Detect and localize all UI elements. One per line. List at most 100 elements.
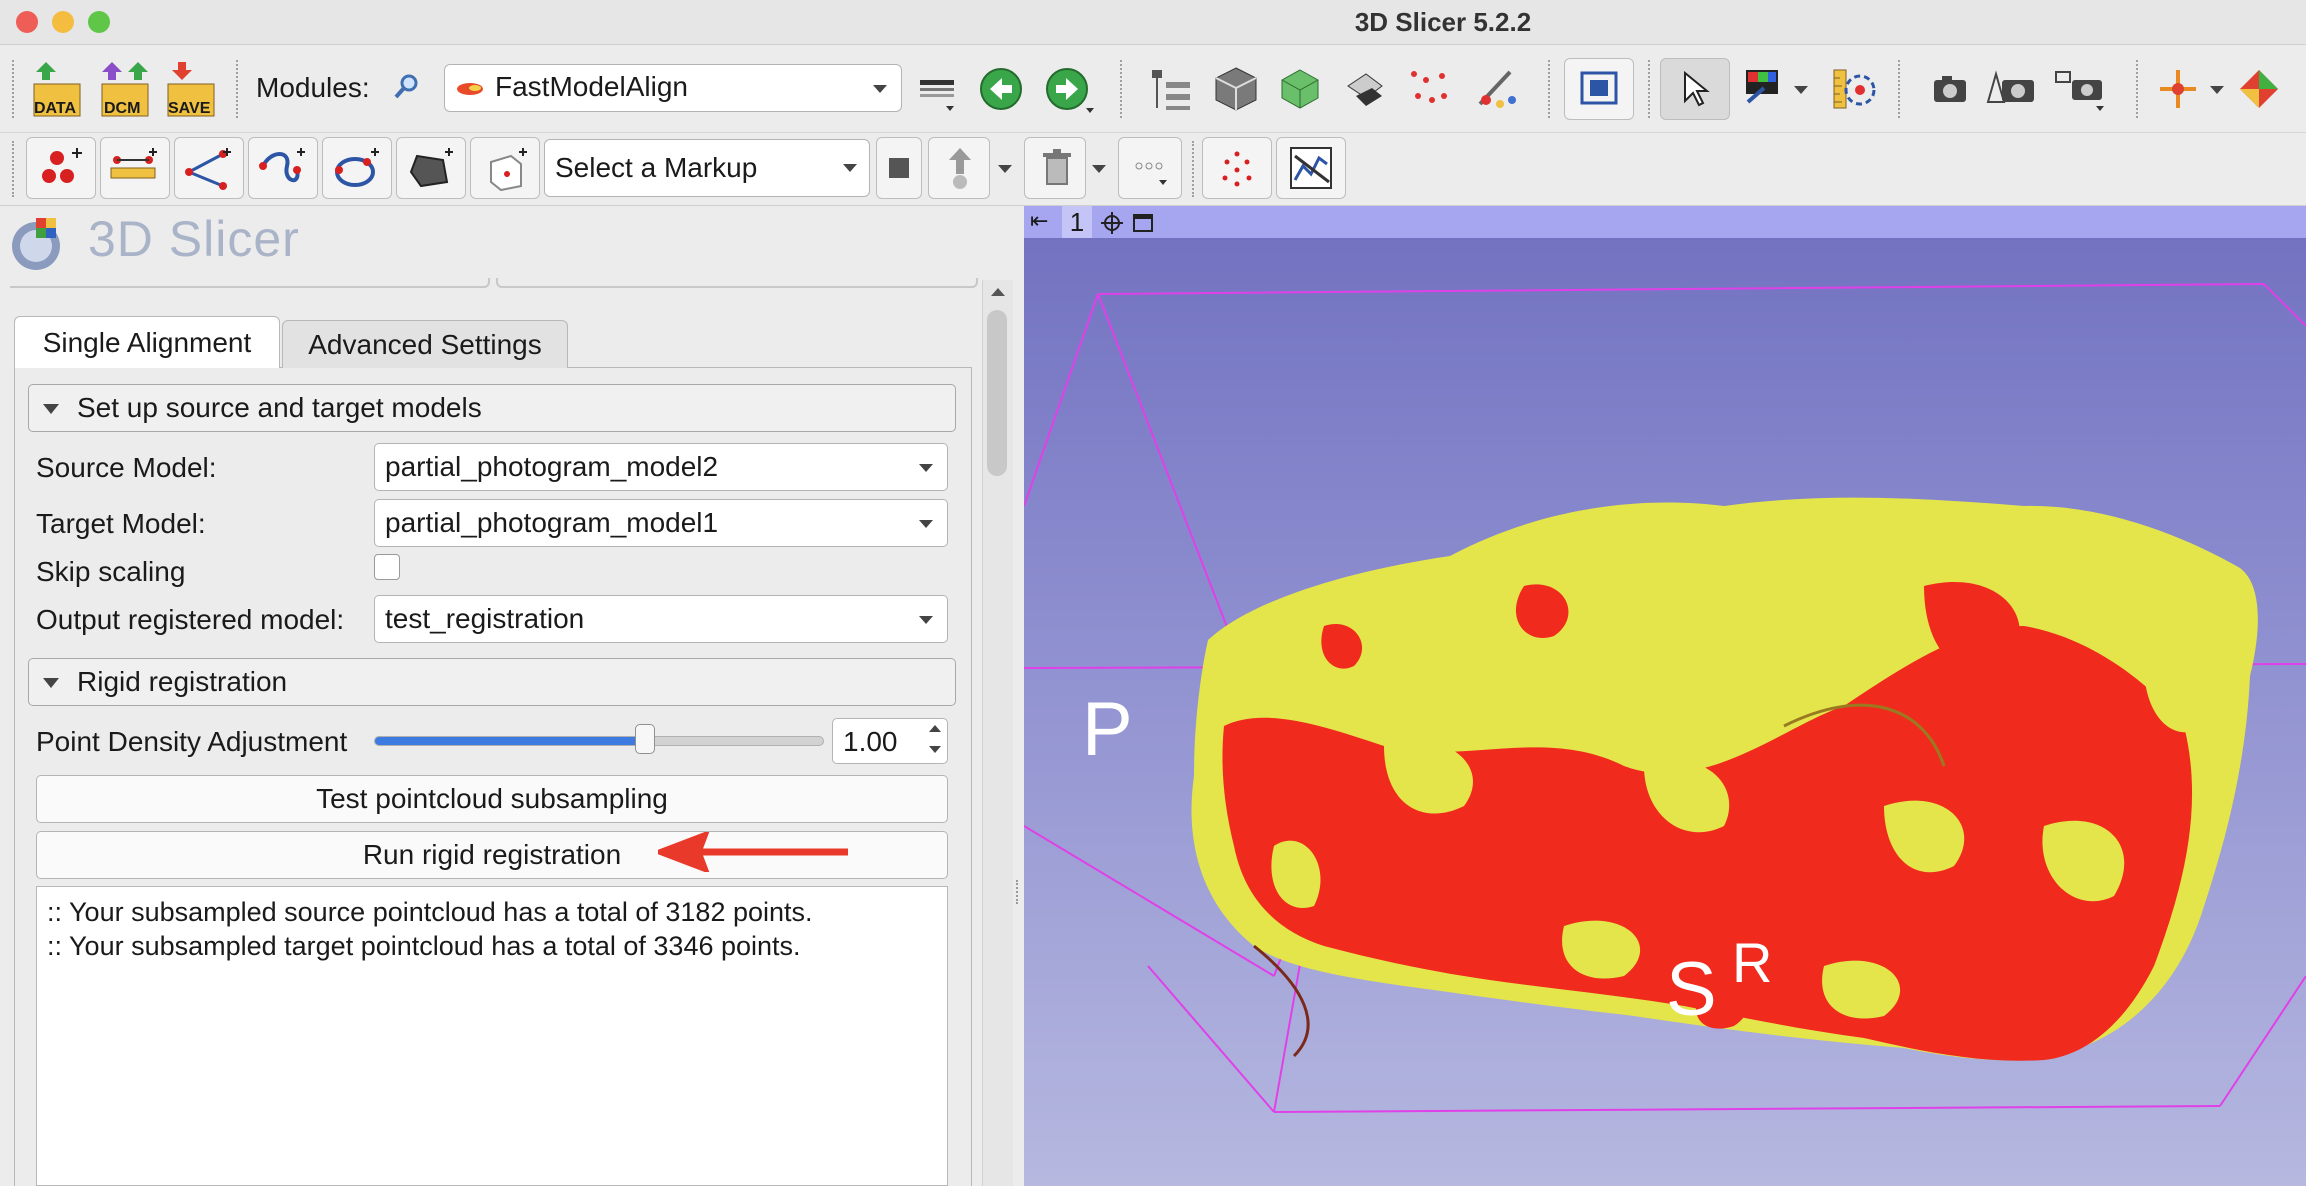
slider-handle[interactable]	[635, 724, 655, 754]
tab-single-alignment[interactable]: Single Alignment	[14, 316, 280, 368]
data-icon-label: DATA	[34, 100, 77, 117]
toolbar-grip[interactable]	[1548, 60, 1556, 118]
move-markup-button[interactable]	[928, 137, 990, 199]
move-arrow-icon	[949, 148, 971, 189]
scrollbar-thumb[interactable]	[987, 310, 1007, 476]
load-data-button[interactable]: DATA	[30, 58, 84, 120]
mouse-mode-view-transform-button[interactable]	[1660, 58, 1730, 120]
plot-icon[interactable]	[1834, 66, 1880, 112]
point-density-slider[interactable]	[374, 724, 824, 754]
spin-up-icon[interactable]	[929, 725, 941, 732]
chevron-down-icon[interactable]	[1092, 165, 1106, 173]
toolbar-grip[interactable]	[1648, 60, 1656, 118]
scene-view-camera-icon[interactable]	[1984, 66, 2038, 110]
markups-module-icon[interactable]	[1406, 66, 1452, 112]
log-output[interactable]: :: Your subsampled source pointcloud has…	[36, 886, 948, 1186]
registered-skull-models[interactable]	[1191, 497, 2258, 1061]
models-icon[interactable]	[1276, 64, 1324, 112]
3d-view[interactable]: P S R	[1024, 206, 2306, 1186]
3d-scene[interactable]	[1024, 206, 2306, 1186]
sequence-icon[interactable]	[1474, 66, 1520, 112]
forward-arrow-icon[interactable]	[1044, 66, 1100, 116]
pin-icon[interactable]: ⇤	[1030, 208, 1048, 234]
layout-button[interactable]	[1564, 58, 1634, 120]
toolbar-grip[interactable]	[1192, 141, 1200, 197]
module-selector[interactable]: FastModelAlign	[444, 64, 902, 112]
module-search-icon[interactable]	[392, 72, 422, 102]
markup-options-button[interactable]	[1118, 137, 1182, 199]
toolbar-grip[interactable]	[1120, 60, 1128, 118]
window-level-icon[interactable]	[1742, 66, 1784, 110]
pointcloud-icon	[1222, 151, 1252, 187]
collapsed-panel-edge	[10, 278, 490, 288]
chevron-down-icon[interactable]	[1794, 86, 1808, 94]
maximize-view-icon[interactable]	[1132, 212, 1156, 234]
splitter-handle[interactable]	[1016, 880, 1022, 904]
create-plane-button[interactable]	[396, 137, 466, 199]
section-title: Rigid registration	[77, 666, 288, 697]
window-title: 3D Slicer 5.2.2	[1354, 7, 1532, 37]
transforms-icon[interactable]	[2236, 66, 2282, 112]
markup-selector[interactable]: Select a Markup	[544, 139, 870, 197]
output-model-value: test_registration	[385, 603, 585, 634]
target-model-select[interactable]: partial_photogram_model1	[374, 499, 948, 547]
screenshot-camera-icon[interactable]	[1930, 68, 1970, 108]
scene-view-list-icon[interactable]	[2052, 66, 2110, 114]
more-options-icon	[1135, 162, 1167, 185]
output-model-select[interactable]: test_registration	[374, 595, 948, 643]
log-line: :: Your subsampled target pointcloud has…	[47, 931, 801, 961]
section-source-target-models[interactable]: Set up source and target models	[28, 384, 956, 432]
skip-scaling-checkbox[interactable]	[374, 554, 400, 580]
source-model-select[interactable]: partial_photogram_model2	[374, 443, 948, 491]
plot-chart-button[interactable]	[1276, 137, 1346, 199]
module-history-icon[interactable]	[918, 74, 958, 114]
title-bar: 3D Slicer 5.2.2	[0, 0, 2306, 45]
create-closed-curve-button[interactable]	[322, 137, 392, 199]
chevron-down-icon[interactable]	[998, 165, 1012, 173]
toolbar-grip[interactable]	[2136, 60, 2144, 118]
orientation-label-r: R	[1732, 931, 1773, 994]
toolbar-grip[interactable]	[236, 60, 244, 118]
panel-scrollbar[interactable]	[982, 280, 1013, 1186]
segment-editor-icon[interactable]	[1342, 66, 1388, 112]
volume-cube-icon[interactable]	[1212, 64, 1260, 112]
tab-advanced-settings[interactable]: Advanced Settings	[282, 320, 568, 368]
spin-down-icon[interactable]	[929, 746, 941, 753]
view-number: 1	[1062, 206, 1092, 238]
dicom-button[interactable]: DCM	[98, 58, 152, 120]
pointer-icon	[1684, 71, 1710, 107]
toolbar-grip[interactable]	[12, 60, 20, 118]
log-line: :: Your subsampled source pointcloud has…	[47, 897, 813, 927]
center-view-icon[interactable]	[1100, 212, 1124, 234]
toolbar-grip[interactable]	[12, 141, 20, 197]
target-model-label: Target Model:	[36, 508, 206, 539]
pointcloud-markups-button[interactable]	[1202, 137, 1272, 199]
chevron-down-icon	[919, 464, 933, 472]
chevron-down-icon[interactable]	[2210, 86, 2224, 94]
create-line-button[interactable]	[100, 137, 170, 199]
scroll-up-icon[interactable]	[991, 288, 1005, 296]
collapsed-panel-edge	[496, 278, 978, 288]
create-angle-button[interactable]	[174, 137, 244, 199]
place-fiducial-icon[interactable]	[2156, 66, 2200, 112]
module-icon	[457, 83, 483, 95]
point-density-spinbox[interactable]: 1.00	[832, 718, 948, 764]
test-pointcloud-subsampling-button[interactable]: Test pointcloud subsampling	[36, 775, 948, 823]
source-model-value: partial_photogram_model2	[385, 451, 719, 482]
section-rigid-registration[interactable]: Rigid registration	[28, 658, 956, 706]
target-model-value: partial_photogram_model1	[385, 507, 719, 538]
layout-icon	[1580, 71, 1618, 105]
chevron-down-icon	[919, 616, 933, 624]
persistent-place-button[interactable]	[876, 137, 922, 199]
toolbar-grip[interactable]	[1898, 60, 1906, 118]
orientation-label-s: S	[1666, 947, 1717, 1032]
back-arrow-icon[interactable]	[978, 66, 1024, 112]
save-button[interactable]: SAVE	[164, 58, 218, 120]
create-open-curve-button[interactable]	[248, 137, 318, 199]
delete-markup-button[interactable]	[1024, 137, 1086, 199]
plane-icon	[409, 148, 453, 188]
chart-icon	[1290, 147, 1332, 189]
create-roi-button[interactable]	[470, 137, 540, 199]
create-point-list-button[interactable]	[26, 137, 96, 199]
data-tree-icon[interactable]	[1148, 66, 1194, 112]
